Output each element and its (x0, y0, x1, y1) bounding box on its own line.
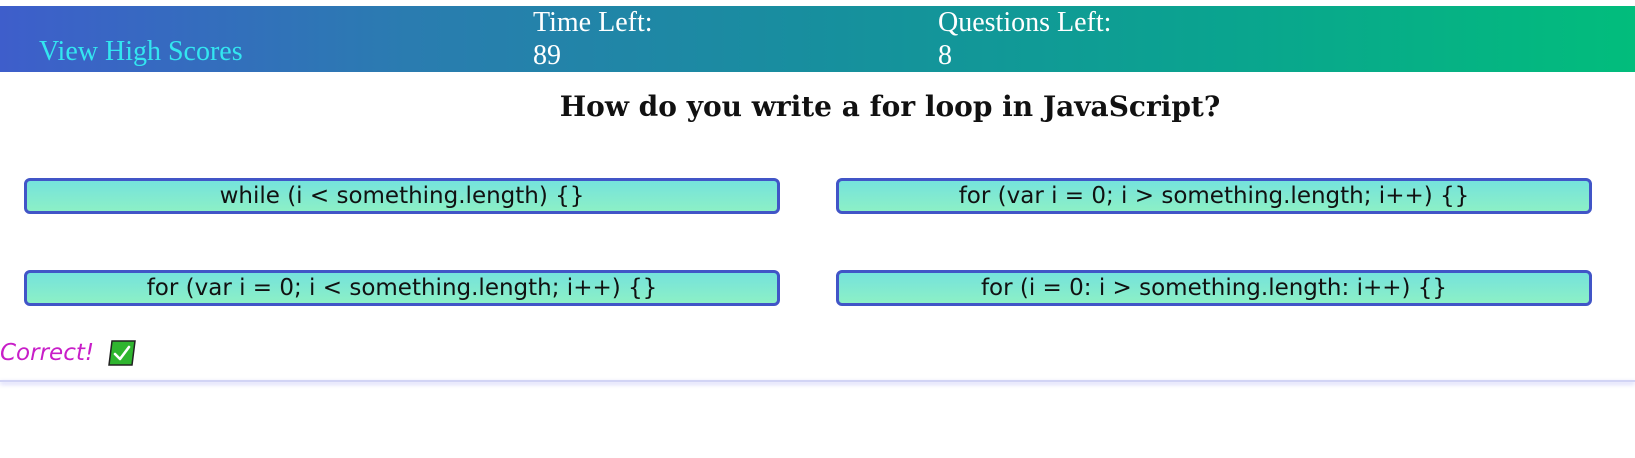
header-bar: View High Scores Time Left: 89 Questions… (0, 6, 1635, 72)
time-left-value: 89 (533, 40, 561, 71)
divider (0, 380, 1635, 382)
questions-left-stat: Questions Left: 8 (938, 6, 1111, 72)
feedback-text: Correct! (0, 340, 95, 366)
question-text: How do you write a for loop in JavaScrip… (559, 90, 1221, 123)
view-high-scores-link[interactable]: View High Scores (39, 36, 243, 68)
questions-left-label: Questions Left: (938, 7, 1112, 38)
answer-button-2[interactable]: for (var i = 0; i > something.length; i+… (836, 178, 1592, 214)
time-left-stat: Time Left: 89 (533, 6, 653, 72)
questions-left-value: 8 (938, 40, 952, 71)
answer-feedback: Correct! (0, 338, 136, 368)
answer-button-3[interactable]: for (var i = 0; i < something.length; i+… (24, 270, 780, 306)
time-left-label: Time Left: (533, 7, 653, 38)
answer-button-4[interactable]: for (i = 0: i > something.length: i++) {… (836, 270, 1592, 306)
checkmark-icon (108, 340, 136, 366)
answer-button-1[interactable]: while (i < something.length) {} (24, 178, 780, 214)
